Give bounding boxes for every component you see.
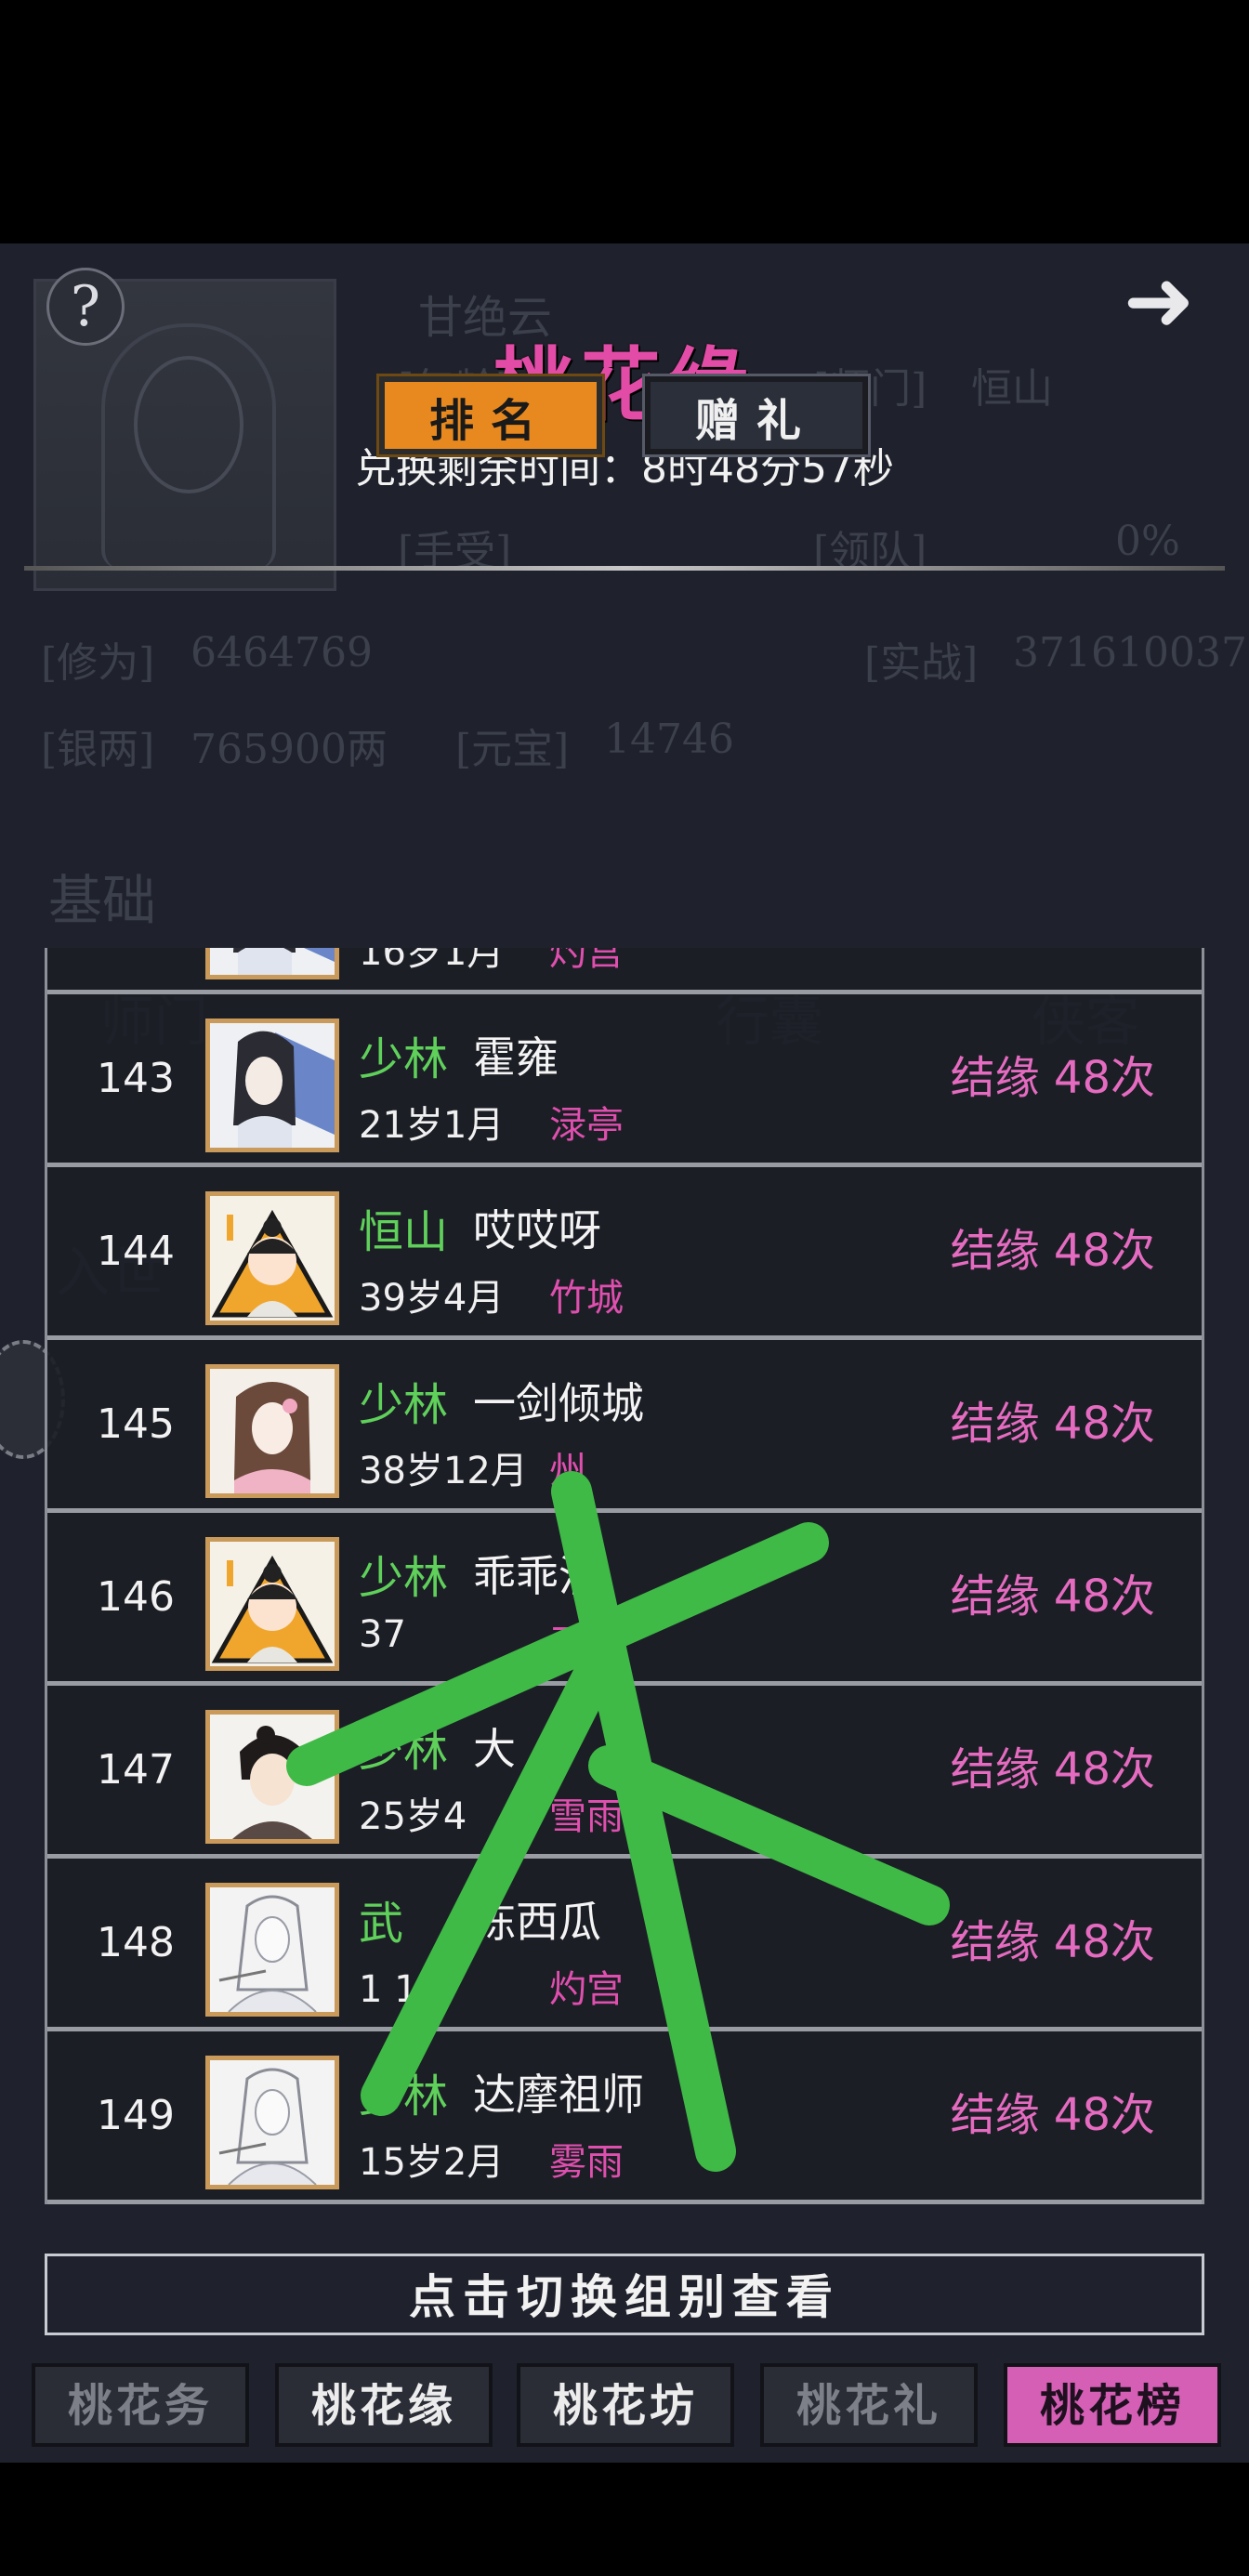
player-location: 渌亭 [549,1104,624,1147]
player-name: 大 [473,1724,516,1774]
bg-section-basic: 基础 [48,869,157,932]
bg-gold-label: [元宝] [455,726,570,773]
status-bar-area [0,0,1249,243]
fate-count: 结缘 48次 [950,2089,1155,2141]
player-location: 竹城 [549,1277,624,1320]
table-row[interactable]: 146 少林 乖乖洞 37 王 结缘 48次 [45,1513,1204,1686]
sect-label: 武 [359,1898,404,1950]
player-name: 哎哎呀 [473,1205,601,1255]
bg-silver-label: [银两] [41,726,155,773]
sect-label: 恒山 [359,1206,449,1258]
player-location: 王 [549,1623,586,1665]
sect-label: 少林 [359,1033,449,1085]
sect-label: 少林 [359,1552,449,1604]
player-age: 25岁4 [359,1795,467,1838]
table-row[interactable]: 145 少林 一剑倾城 38岁12月州 结缘 48次 [45,1340,1204,1513]
bg-cultivation-value: 6464769 [191,629,373,677]
tab-rank[interactable]: 排名 [376,374,605,457]
nav-tab-tasks[interactable]: 桃花务 [32,2363,249,2447]
rank-number: 143 [97,1055,175,1102]
bg-cultivation-label: [修为] [41,639,155,687]
row-divider [47,2200,1202,2204]
player-location: 灼宫 [549,1968,624,2011]
exchange-timer: 兑换剩余时间：8时48分57秒 [355,445,894,493]
table-row[interactable]: 144 恒山 哎哎呀 39岁4月 竹城 结缘 48次 [45,1167,1204,1340]
nav-tab-gifts[interactable]: 桃花礼 [760,2363,978,2447]
bg-gold-value: 14746 [604,716,734,763]
player-name: 达摩祖师 [473,2070,644,2120]
fate-count: 结缘 48次 [950,1052,1155,1104]
nav-tab-workshop[interactable]: 桃花坊 [517,2363,734,2447]
switch-group-button[interactable]: 点击切换组别查看 [45,2254,1204,2335]
player-name: 霍雍 [473,1032,559,1083]
player-age: 21岁1月 [359,1104,505,1147]
player-name: 乖乖洞 [473,1551,601,1601]
rank-number: 145 [97,1400,175,1448]
bg-combat-label: [实战] [864,639,979,687]
table-row[interactable]: 149 少林 达摩祖师 15岁2月 雾雨 结缘 48次 [45,2031,1204,2204]
player-age: 15岁2月 [359,2141,505,2184]
fate-count: 结缘 48次 [950,1571,1155,1623]
sect-label: 少林 [359,1725,449,1777]
player-location: 灼宫 [549,948,624,974]
rank-number: 148 [97,1919,175,1966]
fate-count: 结缘 48次 [950,1743,1155,1795]
player-age: 1 1月 [359,1968,455,2011]
player-name: 陈西瓜 [473,1897,601,1947]
player-name: 一剑倾城 [473,1378,644,1428]
tab-gift[interactable]: 赠礼 [642,374,871,457]
bg-combat-value: 371610037 [1013,629,1247,677]
avatar[interactable] [205,1710,339,1844]
avatar[interactable] [205,2056,339,2189]
header-divider [24,566,1225,571]
player-age: 39岁4月 [359,1277,505,1320]
rank-number: 146 [97,1573,175,1621]
table-row[interactable]: 142 16岁1月 灼宫 结缘 48次 [45,948,1204,994]
avatar[interactable] [205,1191,339,1325]
nav-tab-fate[interactable]: 桃花缘 [275,2363,493,2447]
player-age: 37 [359,1613,406,1656]
avatar[interactable] [205,1883,339,2017]
ranking-list[interactable]: 14216岁1月灼宫结缘 48次143少林霍雍21岁1月渌亭结缘 48次144恒… [45,948,1204,2225]
table-row[interactable]: 143 少林 霍雍 21岁1月 渌亭 结缘 48次 [45,994,1204,1167]
player-location: 州 [549,1450,586,1492]
player-age: 38岁12月 [359,1450,528,1492]
table-row[interactable]: 148 武 陈西瓜 1 1月 灼宫 结缘 48次 [45,1859,1204,2031]
player-location: 雾雨 [549,2141,624,2184]
table-row[interactable]: 147 少林大 25岁4 雪雨 结缘 48次 [45,1686,1204,1859]
rank-number: 144 [97,1228,175,1275]
player-location: 雪雨 [549,1795,624,1838]
sect-label: 少林 [359,1379,449,1431]
fate-count: 结缘 48次 [950,1916,1155,1968]
avatar[interactable] [205,1364,339,1498]
page-title: 桃花缘 [493,338,756,432]
fate-count: 结缘 48次 [950,1225,1155,1277]
avatar[interactable] [205,1537,339,1671]
nav-tab-leaderboard[interactable]: 桃花榜 [1004,2363,1221,2447]
fate-count: 结缘 48次 [951,948,1155,990]
fate-count: 结缘 48次 [950,1398,1155,1450]
rank-number: 142 [85,948,187,990]
bg-silver-value: 765900两 [191,726,388,773]
avatar[interactable] [205,1019,339,1152]
bg-leader-value: 0% [1115,518,1180,565]
rank-number: 149 [97,2092,175,2139]
rank-number: 147 [97,1746,175,1794]
avatar[interactable] [205,948,339,979]
player-age: 16岁1月 [359,948,505,974]
navigation-bar-area [0,2463,1249,2576]
sect-label: 少林 [359,2070,449,2123]
